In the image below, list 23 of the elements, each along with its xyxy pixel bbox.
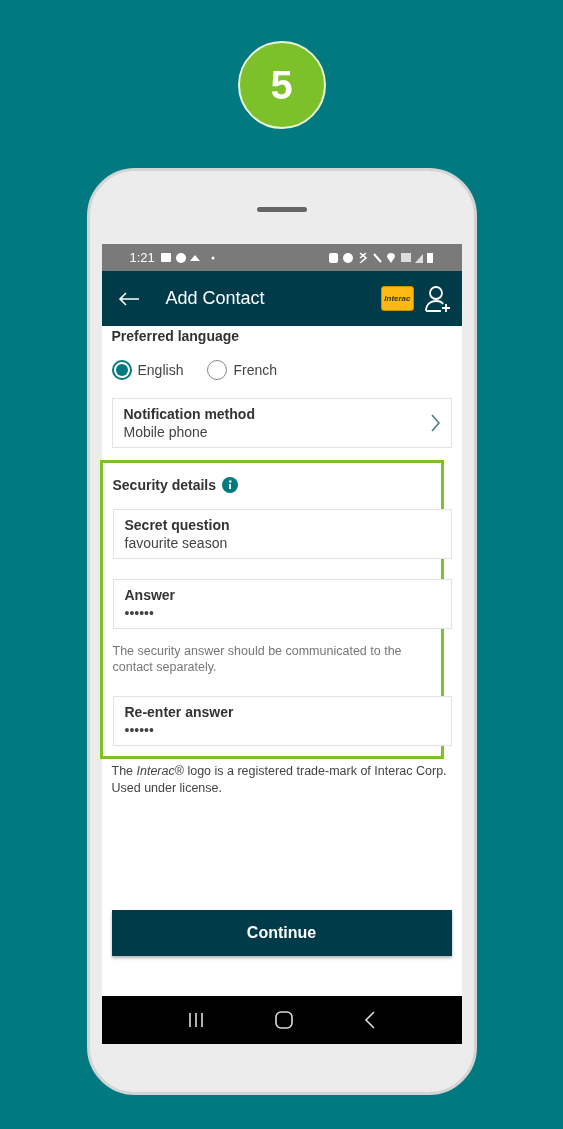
continue-button[interactable]: Continue	[111, 910, 452, 956]
input-field[interactable]: Re-enter answer ••••••	[112, 695, 452, 746]
legal-notice: The Interac® logo is a registered trade-mark of Interac Corp. Used under license.	[111, 762, 448, 797]
helper-text: The security answer should be communicated to the contact separately.	[112, 643, 403, 676]
recent-apps-icon[interactable]	[186, 1012, 205, 1028]
back-icon[interactable]	[364, 1011, 377, 1029]
info-icon[interactable]	[222, 477, 238, 493]
back-arrow-icon[interactable]	[117, 291, 140, 306]
section-label: Preferred language	[111, 328, 241, 344]
add-person-icon[interactable]	[423, 284, 452, 313]
language-radio[interactable]: French	[207, 360, 277, 380]
chevron-right-icon	[429, 414, 440, 432]
status-time: 1:21	[129, 250, 155, 265]
input-field[interactable]: Answer ••••••	[112, 579, 452, 629]
step-badge: 5	[237, 41, 326, 129]
speaker-slot	[256, 207, 307, 212]
language-radio[interactable]: English	[111, 360, 184, 380]
interac-logo: Interac	[381, 286, 414, 311]
header-title: Add Contact	[165, 288, 265, 309]
notification-method-row[interactable]: Notification method Mobile phone	[111, 398, 452, 448]
home-icon[interactable]	[275, 1011, 294, 1029]
input-field[interactable]: Secret question favourite season	[112, 509, 452, 559]
section-title: Security details	[112, 477, 216, 493]
